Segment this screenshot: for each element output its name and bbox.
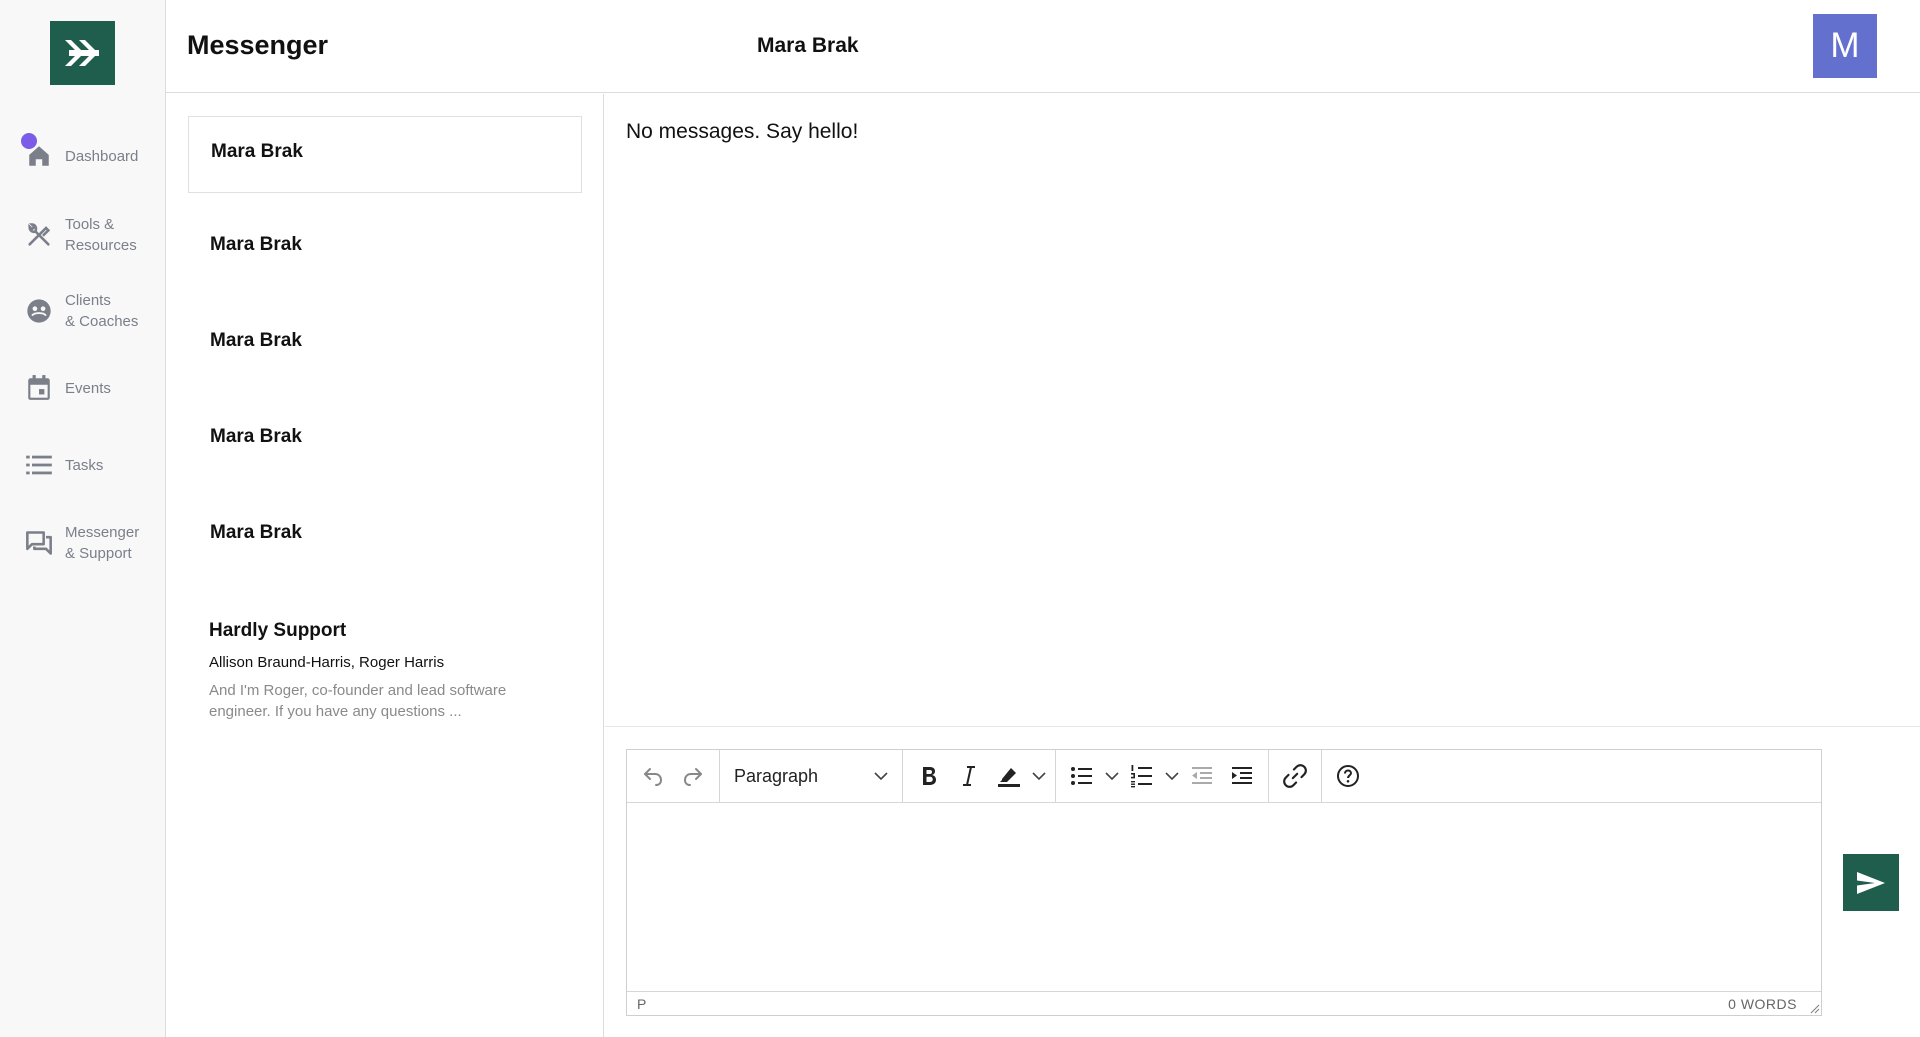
- help-icon: [1337, 765, 1359, 787]
- help-group: [1322, 750, 1374, 803]
- bullet-list-dropdown[interactable]: [1102, 756, 1122, 796]
- conversation-item-selected[interactable]: Mara Brak: [188, 116, 582, 193]
- indent-icon: [1232, 767, 1252, 784]
- redo-icon: [684, 768, 702, 786]
- numbered-list-dropdown[interactable]: [1162, 756, 1182, 796]
- text-style-group: [903, 749, 1056, 803]
- bold-icon: [923, 767, 936, 785]
- home-icon: [24, 141, 54, 171]
- conversation-name: Mara Brak: [210, 522, 302, 543]
- link-group: [1269, 749, 1322, 803]
- chevron-down-icon: [1105, 772, 1119, 781]
- conversation-participants: Allison Braund-Harris, Roger Harris: [209, 654, 445, 671]
- chevron-down-icon: [874, 772, 888, 781]
- conversation-name: Mara Brak: [211, 141, 303, 162]
- help-button[interactable]: [1328, 756, 1368, 796]
- conversation-list: Mara Brak Mara Brak Mara Brak Mara Brak …: [166, 94, 604, 1037]
- sidebar: Dashboard Tools & Resources Clients & Co…: [0, 0, 166, 1037]
- numbered-list-button[interactable]: [1122, 756, 1162, 796]
- link-button[interactable]: [1275, 756, 1315, 796]
- conversation-item[interactable]: Hardly Support Allison Braund-Harris, Ro…: [188, 596, 582, 736]
- undo-button[interactable]: [633, 756, 673, 796]
- bold-button[interactable]: [909, 756, 949, 796]
- sidebar-item-messenger-support[interactable]: Messenger & Support: [0, 515, 166, 571]
- block-format-select[interactable]: Paragraph: [726, 756, 896, 796]
- sidebar-item-label: Dashboard: [65, 147, 139, 165]
- highlight-button[interactable]: [989, 756, 1029, 796]
- send-button[interactable]: [1843, 854, 1899, 911]
- sidebar-item-label: Tasks: [65, 456, 104, 474]
- list-icon: [24, 450, 54, 480]
- redo-button[interactable]: [673, 756, 713, 796]
- conversation-name: Mara Brak: [210, 426, 302, 447]
- conversation-item[interactable]: Mara Brak: [188, 404, 582, 482]
- italic-icon: [963, 766, 975, 786]
- empty-state-text: No messages. Say hello!: [626, 120, 859, 143]
- outdent-button[interactable]: [1182, 756, 1222, 796]
- conversation-name: Mara Brak: [210, 330, 302, 351]
- history-group: [627, 749, 720, 803]
- block-format-value: Paragraph: [734, 765, 819, 786]
- bullet-list-button[interactable]: [1062, 756, 1102, 796]
- italic-button[interactable]: [949, 756, 989, 796]
- bullet-list-icon: [1071, 767, 1092, 785]
- element-path[interactable]: P: [637, 996, 646, 1012]
- conversation-title: Mara Brak: [757, 34, 859, 57]
- message-thread: No messages. Say hello!: [605, 94, 1920, 727]
- sidebar-item-label: Clients & Coaches: [65, 292, 139, 330]
- sidebar-item-dashboard[interactable]: Dashboard: [0, 128, 166, 184]
- link-icon: [1283, 764, 1307, 788]
- chevron-down-icon: [1165, 772, 1179, 781]
- undo-icon: [644, 768, 662, 786]
- conversation-item[interactable]: Mara Brak: [188, 500, 582, 578]
- editor-statusbar: P 0 WORDS: [627, 991, 1821, 1015]
- tools-icon: [24, 220, 54, 250]
- send-icon: [1857, 871, 1885, 894]
- logo-icon[interactable]: [50, 21, 115, 85]
- format-group: Paragraph: [720, 749, 903, 803]
- conversation-name: Mara Brak: [210, 234, 302, 255]
- conversation-item[interactable]: Mara Brak: [188, 212, 582, 290]
- highlighter-icon: [998, 768, 1020, 787]
- sidebar-item-events[interactable]: Events: [0, 360, 166, 416]
- message-editor: Paragraph P 0 WORDS: [626, 749, 1822, 1016]
- indent-button[interactable]: [1222, 756, 1262, 796]
- chevron-down-icon: [1032, 772, 1046, 781]
- header: Messenger Mara Brak M: [166, 0, 1920, 93]
- editor-toolbar: Paragraph: [627, 749, 1821, 803]
- conversation-name: Hardly Support: [209, 620, 347, 641]
- numbered-list-icon: [1131, 765, 1152, 788]
- sidebar-item-label: Events: [65, 379, 111, 397]
- sidebar-item-tasks[interactable]: Tasks: [0, 437, 166, 493]
- sidebar-item-tools-resources[interactable]: Tools & Resources: [0, 207, 166, 263]
- calendar-icon: [24, 373, 54, 403]
- sidebar-item-clients-coaches[interactable]: Clients & Coaches: [0, 283, 166, 339]
- chat-icon: [24, 528, 54, 558]
- sidebar-item-label: Tools & Resources: [65, 216, 137, 254]
- message-input[interactable]: [627, 803, 1821, 991]
- conversation-preview: And I'm Roger, co-founder and lead softw…: [209, 682, 507, 720]
- list-group: [1056, 749, 1269, 803]
- page-title: Messenger: [187, 30, 329, 60]
- clients-icon: [24, 296, 54, 326]
- outdent-icon: [1192, 767, 1212, 784]
- avatar[interactable]: M: [1813, 14, 1877, 78]
- conversation-item[interactable]: Mara Brak: [188, 308, 582, 386]
- word-count[interactable]: 0 WORDS: [1728, 996, 1797, 1012]
- sidebar-item-label: Messenger & Support: [65, 524, 140, 562]
- highlight-color-dropdown[interactable]: [1029, 756, 1049, 796]
- resize-handle-icon[interactable]: [1808, 1002, 1820, 1014]
